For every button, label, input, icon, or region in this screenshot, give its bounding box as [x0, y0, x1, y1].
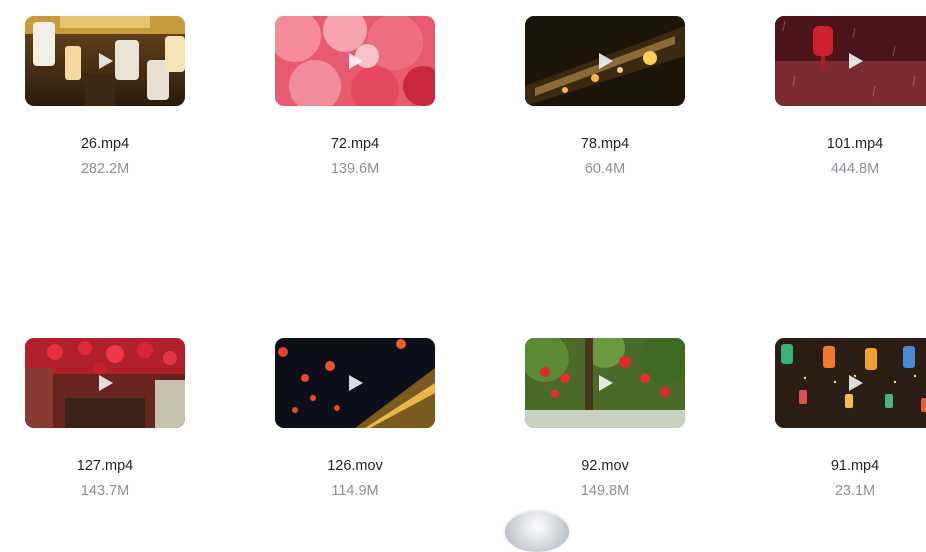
file-name: 126.mov [327, 458, 383, 474]
file-grid: 26.mp4 282.2M 72.mp4 139.6M 78.mp4 60.4M… [0, 0, 926, 528]
file-size: 139.6M [330, 161, 380, 177]
file-name: 127.mp4 [76, 458, 134, 474]
file-tile[interactable]: 127.mp4 143.7M [0, 322, 200, 522]
play-icon [599, 375, 613, 391]
file-tile[interactable]: 72.mp4 139.6M [250, 0, 450, 200]
file-tile[interactable]: 92.mov 149.8M [500, 322, 700, 522]
file-size: 114.9M [331, 483, 379, 499]
play-icon [99, 53, 113, 69]
play-icon [849, 375, 863, 391]
file-name: 92.mov [581, 458, 629, 474]
file-name: 101.mp4 [826, 136, 884, 152]
file-size: 444.8M [830, 161, 880, 177]
play-icon [349, 375, 363, 391]
video-thumbnail[interactable] [25, 338, 185, 428]
video-thumbnail[interactable] [775, 16, 926, 106]
video-thumbnail[interactable] [25, 16, 185, 106]
file-size: 149.8M [580, 483, 630, 499]
play-icon [849, 53, 863, 69]
file-size: 143.7M [80, 483, 130, 499]
video-thumbnail[interactable] [275, 338, 435, 428]
play-icon [599, 53, 613, 69]
file-tile[interactable]: 91.mp4 23.1M [750, 322, 926, 522]
file-name: 72.mp4 [330, 136, 380, 152]
file-tile[interactable]: 78.mp4 60.4M [500, 0, 700, 200]
file-name: 26.mp4 [80, 136, 130, 152]
file-tile[interactable]: 126.mov 114.9M [250, 322, 450, 522]
file-size: 60.4M [584, 161, 626, 177]
file-tile[interactable]: 101.mp4 444.8M [750, 0, 926, 200]
file-size: 23.1M [834, 483, 876, 499]
floating-avatar[interactable] [505, 512, 569, 552]
video-thumbnail[interactable] [775, 338, 926, 428]
play-icon [349, 53, 363, 69]
video-thumbnail[interactable] [275, 16, 435, 106]
video-thumbnail[interactable] [525, 338, 685, 428]
file-tile[interactable]: 26.mp4 282.2M [0, 0, 200, 200]
video-thumbnail[interactable] [525, 16, 685, 106]
file-name: 78.mp4 [580, 136, 630, 152]
file-name: 91.mp4 [830, 458, 880, 474]
play-icon [99, 375, 113, 391]
file-size: 282.2M [80, 161, 130, 177]
